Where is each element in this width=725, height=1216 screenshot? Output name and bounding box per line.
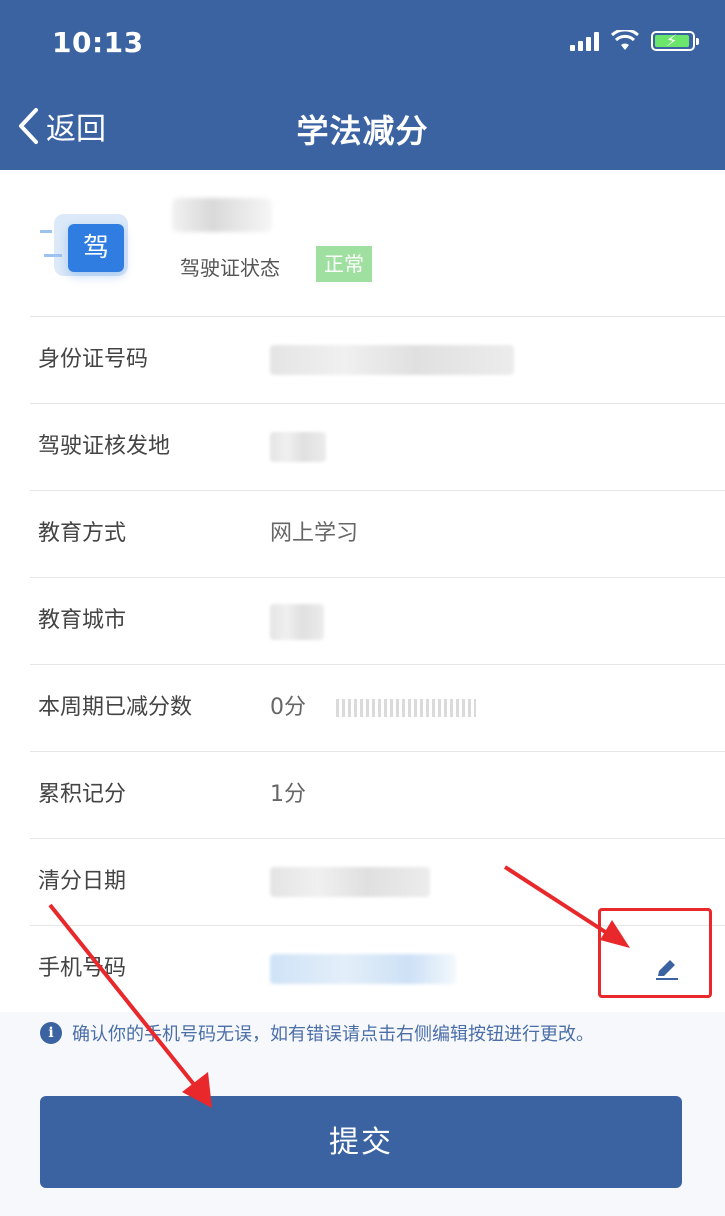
nav-header: 10:13 ⚡ 返回 学法减分 <box>0 0 725 170</box>
row-education-city: 教育城市 <box>30 577 725 664</box>
license-icon-text: 驾 <box>68 224 124 272</box>
phone-redacted <box>270 954 456 984</box>
row-license-issuer: 驾驶证核发地 <box>30 403 725 490</box>
license-status-label: 驾驶证状态 <box>180 256 280 280</box>
signal-icon <box>570 31 599 51</box>
battery-icon: ⚡ <box>651 31 699 51</box>
row-value: 0分 <box>270 695 306 720</box>
status-icons: ⚡ <box>570 30 699 52</box>
issuer-redacted <box>270 432 326 462</box>
name-redacted <box>172 198 272 232</box>
status-time: 10:13 <box>52 26 144 59</box>
license-icon: 驾 <box>40 206 150 286</box>
id-number-redacted <box>270 345 514 375</box>
row-label: 身份证号码 <box>38 347 149 372</box>
row-label: 驾驶证核发地 <box>38 434 171 459</box>
row-label: 清分日期 <box>38 869 127 894</box>
license-profile-card: 驾 驾驶证状态 正常 <box>0 170 725 316</box>
row-label: 本周期已减分数 <box>38 695 193 720</box>
city-redacted <box>270 604 324 640</box>
info-icon: i <box>40 1022 62 1044</box>
page-title: 学法减分 <box>296 112 429 150</box>
row-label: 教育城市 <box>38 608 127 633</box>
row-label: 手机号码 <box>38 956 127 981</box>
row-value: 网上学习 <box>270 521 359 546</box>
wifi-icon <box>611 30 639 50</box>
annotation-highlight-box <box>598 908 712 998</box>
clear-date-redacted <box>270 867 430 897</box>
info-notice: i 确认你的手机号码无误，如有错误请点击右侧编辑按钮进行更改。 <box>40 1020 594 1046</box>
info-text: 确认你的手机号码无误，如有错误请点击右侧编辑按钮进行更改。 <box>72 1024 594 1045</box>
row-points-reduced: 本周期已减分数 0分 <box>30 664 725 751</box>
row-id-number: 身份证号码 <box>30 316 725 403</box>
row-education-method: 教育方式 网上学习 <box>30 490 725 577</box>
license-status-badge: 正常 <box>316 246 372 282</box>
row-label: 累积记分 <box>38 782 127 807</box>
row-value: 1分 <box>270 782 306 807</box>
row-accumulated-points: 累积记分 1分 <box>30 751 725 838</box>
row-label: 教育方式 <box>38 521 127 546</box>
submit-button[interactable]: 提交 <box>40 1096 682 1188</box>
barcode-redacted <box>336 699 476 717</box>
